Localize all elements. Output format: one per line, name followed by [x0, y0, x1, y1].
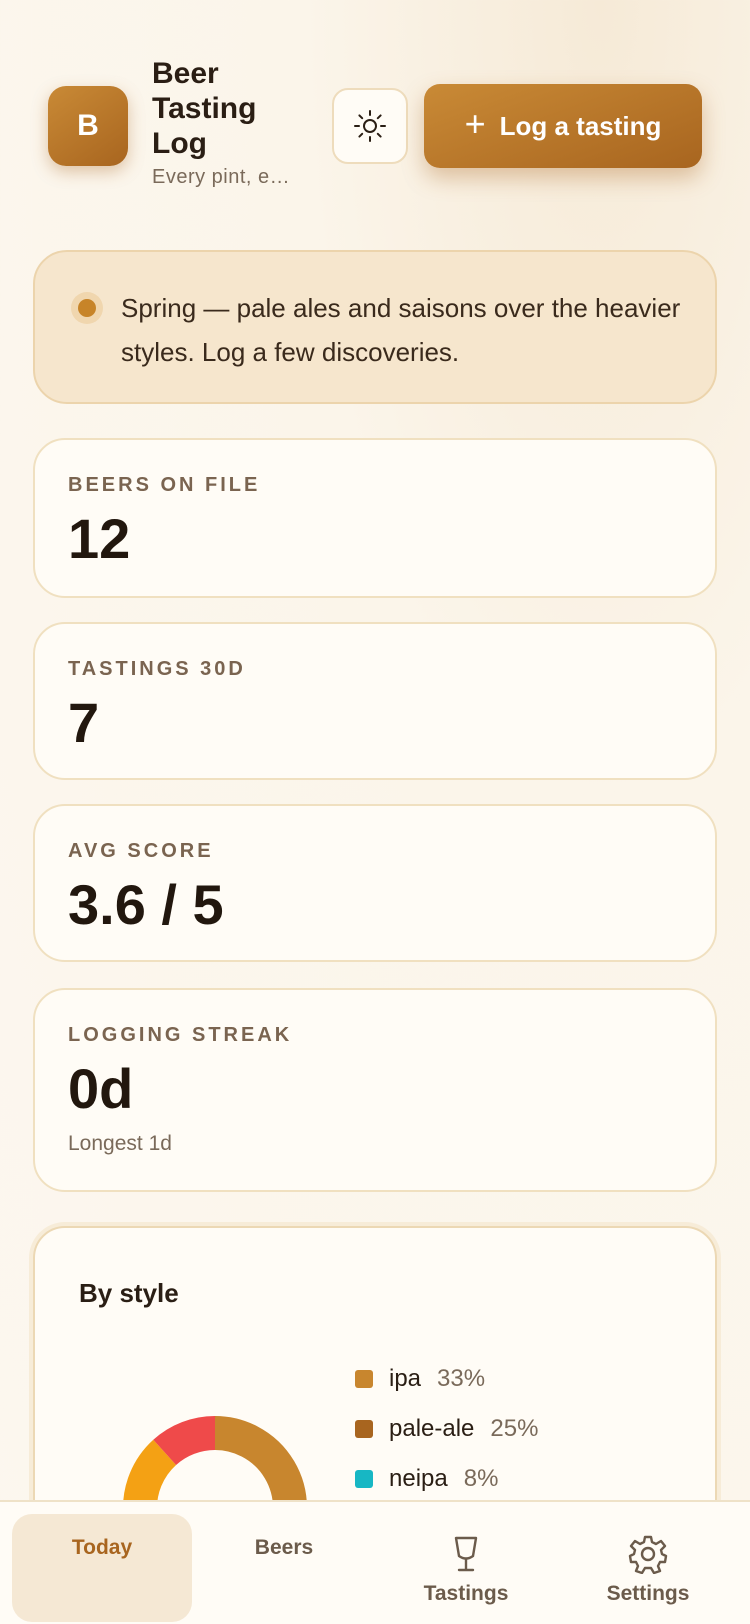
legend-name: ipa	[389, 1365, 422, 1392]
header: B Beer Tasting Log Every pint, e… + Log …	[0, 0, 750, 230]
stat-subtext: Longest 1d	[68, 1132, 172, 1155]
log-tasting-label: Log a tasting	[499, 110, 662, 141]
legend-name: pale-ale	[389, 1415, 475, 1442]
donut-slice-other-b	[153, 1416, 216, 1466]
gear-icon	[628, 1535, 668, 1574]
stat-card-streak: LOGGING STREAK 0d Longest 1d	[33, 988, 717, 1192]
status-dot-icon	[71, 292, 103, 324]
nav-today-label: Today	[71, 1536, 133, 1559]
theme-toggle-button[interactable]	[332, 88, 408, 164]
nav-tastings-label: Tastings	[423, 1582, 509, 1605]
logo-letter: B	[77, 109, 99, 142]
banner-text: Spring — pale ales and saisons over the …	[121, 293, 681, 367]
stat-value: 12	[68, 507, 131, 570]
stat-card-tastings: TASTINGS 30D 7	[33, 622, 717, 780]
sun-icon	[354, 110, 386, 142]
app-subtitle: Every pint, e…	[152, 166, 291, 188]
app-title: Beer Tasting Log	[152, 57, 257, 160]
stat-value: 7	[68, 691, 100, 754]
stat-label: LOGGING STREAK	[68, 1024, 293, 1046]
legend-item: pale-ale 25%	[355, 1404, 538, 1454]
plus-icon: +	[464, 103, 486, 144]
legend-pct: 8%	[463, 1465, 499, 1492]
nav-today[interactable]: Today	[12, 1514, 192, 1622]
nav-beers[interactable]: Beers	[194, 1514, 374, 1622]
stat-card-avg-score: AVG SCORE 3.6 / 5	[33, 804, 717, 962]
nav-settings-label: Settings	[606, 1582, 690, 1605]
by-style-title: By style	[79, 1278, 179, 1308]
legend-item: neipa 8%	[355, 1454, 538, 1504]
nav-beers-label: Beers	[254, 1536, 314, 1559]
log-tasting-button[interactable]: + Log a tasting	[424, 84, 702, 168]
glass-icon	[454, 1536, 478, 1572]
stat-card-beers: BEERS ON FILE 12	[33, 438, 717, 598]
season-banner: Spring — pale ales and saisons over the …	[33, 250, 717, 404]
legend-name: neipa	[389, 1465, 448, 1492]
stat-label: TASTINGS 30D	[68, 658, 246, 680]
stat-value: 3.6 / 5	[68, 873, 224, 936]
app-logo: B	[48, 86, 128, 166]
stat-label: BEERS ON FILE	[68, 474, 261, 496]
nav-settings[interactable]: Settings	[558, 1514, 738, 1622]
stat-label: AVG SCORE	[68, 840, 214, 862]
legend-swatch	[355, 1370, 373, 1388]
legend-item: ipa 33%	[355, 1354, 538, 1404]
legend-swatch	[355, 1470, 373, 1488]
bottom-nav: Today Beers Tastings Settings	[0, 1500, 750, 1624]
stat-value: 0d	[68, 1057, 134, 1120]
legend-pct: 33%	[437, 1365, 486, 1392]
legend-swatch	[355, 1420, 373, 1438]
legend-pct: 25%	[490, 1415, 539, 1442]
nav-tastings[interactable]: Tastings	[376, 1514, 556, 1622]
